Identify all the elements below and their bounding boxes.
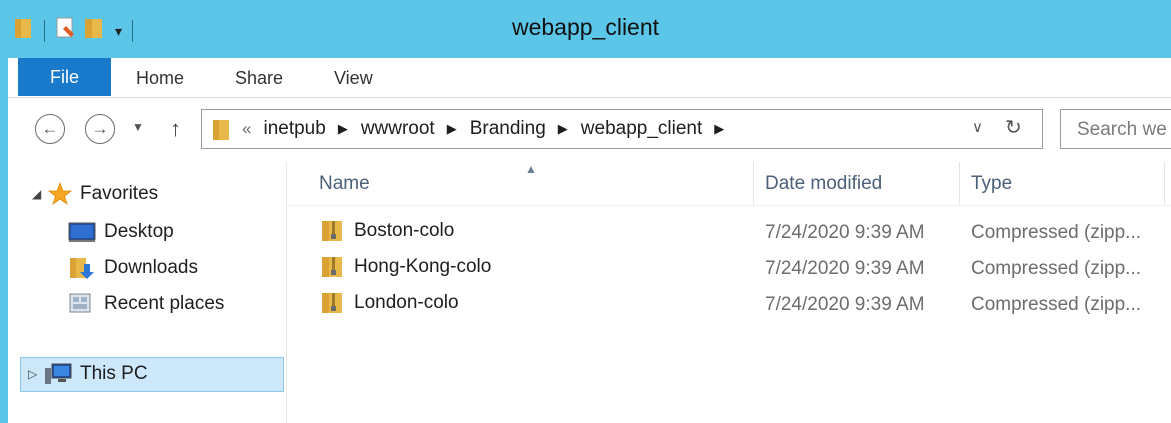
up-arrow-icon: ↑ <box>170 116 181 141</box>
breadcrumb-overflow[interactable]: « <box>242 110 251 148</box>
column-divider[interactable] <box>1164 162 1165 206</box>
explorer-window: ▾ webapp_client File Home Share View ← →… <box>0 0 1171 423</box>
file-list: ▲ Name Date modified Type Boston-colo 7/… <box>288 162 1171 423</box>
file-type: Compressed (zipp... <box>971 294 1142 315</box>
tree-item-this-pc[interactable]: ▷ This PC <box>28 359 148 389</box>
column-header-date[interactable]: Date modified <box>765 162 882 206</box>
tree-label: Downloads <box>104 257 198 278</box>
tree-label: Recent places <box>104 293 225 314</box>
star-icon <box>48 182 72 206</box>
file-name: Boston-colo <box>354 220 455 241</box>
search-placeholder: Search we <box>1077 119 1167 140</box>
tree-label: Favorites <box>80 183 159 204</box>
chevron-right-icon[interactable]: ▶ <box>714 110 724 148</box>
search-input[interactable]: Search we <box>1060 109 1171 149</box>
breadcrumb-item[interactable]: webapp_client <box>581 110 702 148</box>
tab-home[interactable]: Home <box>136 58 184 98</box>
title-bar[interactable]: ▾ webapp_client <box>0 0 1171 58</box>
downloads-icon <box>68 256 96 280</box>
table-row[interactable]: Boston-colo 7/24/2020 9:39 AM Compressed… <box>288 215 1171 251</box>
breadcrumb-item[interactable]: inetpub <box>263 110 325 148</box>
chevron-right-icon[interactable]: ▶ <box>338 110 348 148</box>
recent-places-icon <box>68 292 96 316</box>
file-name: Hong-Kong-colo <box>354 256 492 277</box>
column-header-name[interactable]: Name <box>319 162 370 206</box>
tree-item-recent-places[interactable]: Recent places <box>68 289 224 319</box>
file-type: Compressed (zipp... <box>971 258 1142 279</box>
file-date: 7/24/2020 9:39 AM <box>765 222 925 243</box>
tree-item-favorites[interactable]: ◢ Favorites <box>32 179 158 209</box>
forward-button[interactable]: → <box>85 114 115 144</box>
tree-item-desktop[interactable]: Desktop <box>68 217 174 247</box>
file-name-cell: London-colo <box>321 291 459 315</box>
chevron-down-icon[interactable]: ∨ <box>972 118 983 136</box>
file-name-cell: Boston-colo <box>321 219 454 243</box>
chevron-right-icon[interactable]: ▶ <box>558 110 568 148</box>
expand-triangle-icon[interactable]: ▷ <box>28 367 42 381</box>
navigation-pane: ◢ Favorites Desktop Downloads Recent pla… <box>8 162 287 423</box>
refresh-icon[interactable]: ↻ <box>1005 115 1022 140</box>
zip-folder-icon <box>321 291 345 315</box>
breadcrumb: « inetpub ▶ wwwroot ▶ Branding ▶ webapp_… <box>242 110 737 148</box>
expand-triangle-icon[interactable]: ◢ <box>32 187 46 201</box>
column-divider[interactable] <box>753 162 754 206</box>
breadcrumb-item[interactable]: Branding <box>470 110 546 148</box>
forward-arrow-icon: → <box>91 119 109 138</box>
tree-label: Desktop <box>104 221 174 242</box>
table-row[interactable]: London-colo 7/24/2020 9:39 AM Compressed… <box>288 287 1171 323</box>
tree-item-downloads[interactable]: Downloads <box>68 253 198 283</box>
file-name: London-colo <box>354 292 459 313</box>
breadcrumb-item[interactable]: wwwroot <box>361 110 435 148</box>
tab-file[interactable]: File <box>18 58 111 96</box>
window-border <box>0 0 8 423</box>
computer-icon <box>44 362 72 386</box>
tab-view[interactable]: View <box>334 58 373 98</box>
desktop-icon <box>68 221 96 243</box>
file-name-cell: Hong-Kong-colo <box>321 255 491 279</box>
up-button[interactable]: ↑ <box>170 116 181 142</box>
column-header-type[interactable]: Type <box>971 162 1012 206</box>
window-title: webapp_client <box>511 14 660 40</box>
recent-locations-button[interactable]: ▼ <box>132 120 144 134</box>
chevron-right-icon[interactable]: ▶ <box>447 110 457 148</box>
folder-icon <box>212 118 232 148</box>
zip-folder-icon <box>321 255 345 279</box>
ribbon-tabs: File Home Share View <box>8 58 1171 98</box>
file-date: 7/24/2020 9:39 AM <box>765 258 925 279</box>
tab-share[interactable]: Share <box>235 58 283 98</box>
tree-label: This PC <box>80 363 148 384</box>
navigation-bar: ← → ▼ ↑ « inetpub ▶ wwwroot ▶ Branding ▶… <box>8 98 1171 162</box>
zip-folder-icon <box>321 219 345 243</box>
address-bar[interactable]: « inetpub ▶ wwwroot ▶ Branding ▶ webapp_… <box>201 109 1043 149</box>
file-date: 7/24/2020 9:39 AM <box>765 294 925 315</box>
file-type: Compressed (zipp... <box>971 222 1142 243</box>
header-divider <box>288 205 1171 206</box>
back-button[interactable]: ← <box>35 114 65 144</box>
back-arrow-icon: ← <box>41 119 59 138</box>
sort-ascending-icon: ▲ <box>525 162 537 176</box>
table-row[interactable]: Hong-Kong-colo 7/24/2020 9:39 AM Compres… <box>288 251 1171 287</box>
column-divider[interactable] <box>959 162 960 206</box>
